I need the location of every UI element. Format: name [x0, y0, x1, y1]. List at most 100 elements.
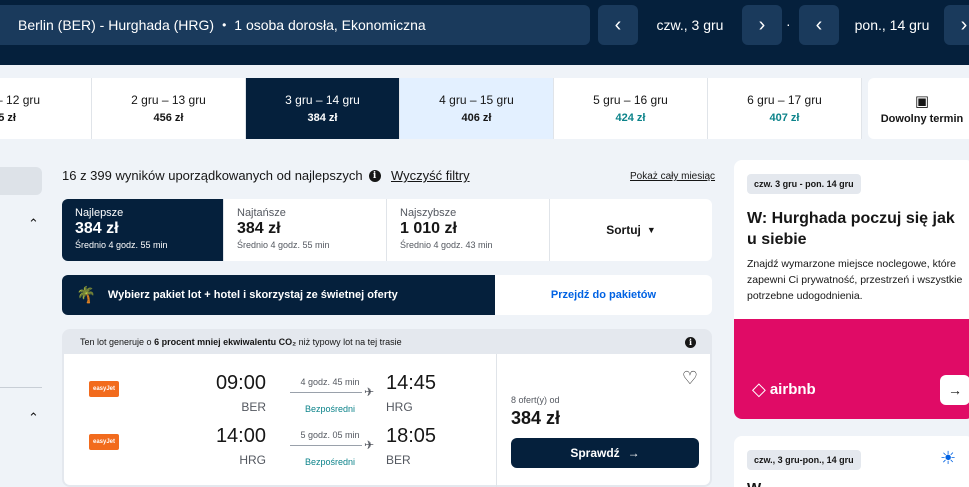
date-price: 625 zł [0, 112, 16, 124]
sort-tab-label: Najszybsze [400, 207, 457, 219]
date-price: 424 zł [615, 112, 646, 124]
return-next-button[interactable]: › [944, 5, 969, 45]
co2-prefix: Ten lot generuje o [80, 337, 155, 347]
departure-airport: BER [241, 400, 266, 414]
ad-arrow-button[interactable]: → [940, 375, 969, 405]
departure-time: 14:00 [215, 425, 266, 447]
separator-dot: • [222, 18, 227, 32]
ad-title: W [747, 480, 761, 487]
route-line [290, 392, 362, 393]
departure-airport: HRG [239, 453, 266, 467]
any-date-label: Dowolny termin [880, 113, 964, 125]
airbnb-logo: ◇ airbnb [752, 379, 816, 399]
ad-date-tag: czw. 3 gru - pon. 14 gru [747, 174, 861, 194]
depart-prev-button[interactable]: ‹ [598, 5, 638, 45]
flight-price: 384 zł [511, 408, 561, 428]
any-date-button[interactable]: ▣ Dowolny termin [868, 78, 969, 139]
date-option[interactable]: u – 12 gru 625 zł [0, 78, 92, 139]
airplane-icon: ✈ [364, 438, 375, 452]
results-count: 16 z 399 wyników uporządkowanych od najl… [62, 168, 381, 183]
date-range: 2 gru – 13 gru [131, 93, 206, 107]
hotel-ad[interactable]: czw., 3 gru-pon., 14 gru ☀ W [734, 436, 969, 487]
chevron-left-icon: ‹ [614, 13, 622, 36]
sort-tab-label: Najlepsze [75, 207, 124, 219]
filter-sidebar-item[interactable] [0, 167, 42, 195]
search-summary[interactable]: Berlin (BER) - Hurghada (HRG) • 1 osoba … [0, 5, 590, 45]
depart-date[interactable]: czw., 3 gru [644, 5, 736, 45]
arrow-right-icon: → [948, 382, 962, 398]
outbound-leg: easyJet 09:00 BER 4 godz. 45 min ✈ Bezpo… [64, 370, 496, 420]
stops-label: Bezpośredni [304, 457, 356, 467]
sort-tab-fastest[interactable]: Najszybsze 1 010 zł Średnio 4 godz. 43 m… [387, 199, 550, 261]
sort-tab-price: 384 zł [75, 220, 119, 237]
date-option-selected[interactable]: 3 gru – 14 gru 384 zł [246, 78, 400, 139]
airbnb-ad[interactable]: czw. 3 gru - pon. 14 gru W: Hurghada poc… [734, 160, 969, 419]
date-option[interactable]: 6 gru – 17 gru 407 zł [708, 78, 862, 139]
date-price: 406 zł [461, 112, 492, 124]
sort-label: Sortuj [606, 223, 641, 237]
ad-date-tag: czw., 3 gru-pon., 14 gru [747, 450, 861, 470]
arrival-time: 14:45 [386, 372, 437, 394]
arrival-airport: HRG [386, 400, 413, 414]
date-price: 384 zł [307, 112, 338, 124]
sort-tab-avg: Średnio 4 godz. 55 min [237, 240, 330, 250]
sort-tab-best[interactable]: Najlepsze 384 zł Średnio 4 godz. 55 min [62, 199, 224, 261]
caret-down-icon: ▼ [646, 225, 656, 235]
route-text: Berlin (BER) - Hurghada (HRG) [18, 17, 215, 33]
date-range: u – 12 gru [0, 93, 41, 107]
info-icon[interactable]: i [368, 169, 381, 182]
heart-icon[interactable]: ♡ [682, 368, 698, 389]
sort-tab-price: 1 010 zł [400, 220, 457, 237]
package-promo-text: Wybierz pakiet lot + hotel i skorzystaj … [107, 289, 398, 301]
route-line [290, 445, 362, 446]
ad-brand-panel: ◇ airbnb → [734, 319, 969, 419]
date-range: 5 gru – 16 gru [593, 93, 668, 107]
departure-time: 09:00 [215, 372, 266, 394]
easyjet-logo: easyJet [89, 381, 119, 397]
clear-filters-link[interactable]: Wyczyść filtry [391, 168, 470, 183]
divider [0, 387, 42, 388]
flight-result-card[interactable]: easyJet 09:00 BER 4 godz. 45 min ✈ Bezpo… [62, 354, 712, 487]
airbnb-icon: ◇ [752, 379, 766, 399]
results-count-text: 16 z 399 wyników uporządkowanych od najl… [62, 168, 363, 183]
easyjet-logo: easyJet [89, 434, 119, 450]
date-price: 456 zł [153, 112, 184, 124]
return-prev-button[interactable]: ‹ [799, 5, 839, 45]
chevron-right-icon: › [758, 13, 766, 36]
chevron-up-icon[interactable]: ⌃ [28, 216, 39, 232]
chevron-left-icon: ‹ [815, 13, 823, 36]
check-button-label: Sprawdź [570, 446, 620, 460]
sort-tab-avg: Średnio 4 godz. 55 min [75, 240, 168, 250]
date-range: 3 gru – 14 gru [285, 93, 360, 107]
info-icon[interactable]: i [685, 336, 696, 348]
sort-tab-avg: Średnio 4 godz. 43 min [400, 240, 493, 250]
date-option[interactable]: 5 gru – 16 gru 424 zł [554, 78, 708, 139]
packages-link[interactable]: Przejdź do pakietów [495, 275, 712, 315]
ad-title: W: Hurghada poczuj się jak u siebie [747, 210, 955, 248]
arrival-time: 18:05 [386, 425, 437, 447]
sort-tab-price: 384 zł [237, 220, 281, 237]
co2-suffix: niż typowy lot na tej trasie [296, 337, 402, 347]
sort-tab-cheapest[interactable]: Najtańsze 384 zł Średnio 4 godz. 55 min [224, 199, 387, 261]
sort-dropdown[interactable]: Sortuj ▼ [550, 199, 712, 261]
arrow-right-icon: → [627, 446, 640, 460]
calendar-icon: ▣ [914, 93, 930, 110]
sort-tab-label: Najtańsze [237, 207, 286, 219]
date-option[interactable]: 4 gru – 15 gru 406 zł [400, 78, 554, 139]
return-date[interactable]: pon., 14 gru [846, 5, 938, 45]
package-banner: 🌴 Wybierz pakiet lot + hotel i skorzysta… [62, 275, 712, 315]
show-month-link[interactable]: Pokaż cały miesiąc [630, 171, 715, 182]
date-price-strip: u – 12 gru 625 zł 2 gru – 13 gru 456 zł … [0, 78, 969, 139]
date-range: 6 gru – 17 gru [747, 93, 822, 107]
passengers-text: 1 osoba dorosła, Ekonomiczna [234, 17, 426, 33]
sort-tabs: Najlepsze 384 zł Średnio 4 godz. 55 min … [62, 199, 712, 261]
stops-label: Bezpośredni [304, 404, 356, 414]
depart-next-button[interactable]: › [742, 5, 782, 45]
date-option[interactable]: 2 gru – 13 gru 456 zł [92, 78, 246, 139]
ad-text: Znajdź wymarzone miejsce noclegowe, któr… [747, 258, 963, 302]
chevron-up-icon[interactable]: ⌃ [28, 410, 39, 426]
return-leg: easyJet 14:00 HRG 5 godz. 05 min ✈ Bezpo… [64, 423, 496, 473]
date-range: 4 gru – 15 gru [439, 93, 514, 107]
arrival-airport: BER [386, 453, 411, 467]
check-button[interactable]: Sprawdź → [511, 438, 699, 468]
